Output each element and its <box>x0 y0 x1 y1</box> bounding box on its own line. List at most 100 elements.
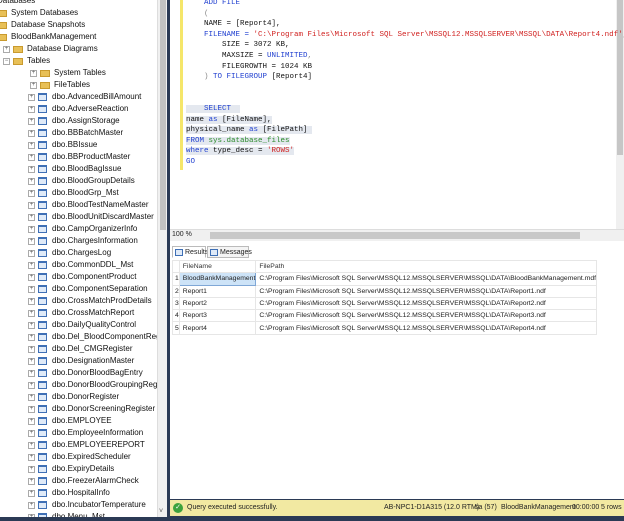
expand-icon[interactable]: + <box>28 477 35 485</box>
tree-item[interactable]: + dbo.DonorBloodGroupingRegister <box>28 379 157 391</box>
row-number[interactable]: 5 <box>172 321 180 335</box>
row-number[interactable]: 1 <box>172 272 180 286</box>
tree-item[interactable]: + dbo.BBBatchMaster <box>28 127 123 139</box>
expand-icon[interactable]: + <box>28 489 35 497</box>
row-number[interactable]: 4 <box>172 309 180 323</box>
cell-filename[interactable]: BloodBankManagement <box>178 272 257 286</box>
tree-item[interactable]: + System Tables <box>30 67 106 79</box>
scrollbar-thumb[interactable] <box>160 0 166 230</box>
cell-filename[interactable]: Report1 <box>178 284 257 298</box>
expand-icon[interactable]: + <box>28 165 35 173</box>
table-row[interactable]: 3 Report2 C:\Program Files\Microsoft SQL S… <box>172 296 598 311</box>
tree-item[interactable]: Database Snapshots <box>0 19 85 31</box>
row-number[interactable]: 2 <box>172 284 180 298</box>
expand-icon[interactable]: + <box>28 189 35 197</box>
expand-icon[interactable]: + <box>28 285 35 293</box>
tree-item[interactable]: + dbo.ComponentSeparation <box>28 283 148 295</box>
expand-icon[interactable]: + <box>28 261 35 269</box>
results-grid[interactable]: FileName FilePath 1 BloodBankManagement C:… <box>172 259 598 335</box>
table-row[interactable]: 2 Report1 C:\Program Files\Microsoft SQL S… <box>172 284 598 298</box>
expand-icon[interactable]: + <box>28 465 35 473</box>
tree-item[interactable]: + dbo.BloodGrp_Mst <box>28 187 119 199</box>
expand-icon[interactable]: + <box>30 69 37 77</box>
tree-item[interactable]: + dbo.BBIssue <box>28 139 97 151</box>
expand-icon[interactable]: + <box>28 429 35 437</box>
cell-filename[interactable]: Report4 <box>178 321 257 335</box>
tree-item[interactable]: + dbo.EMPLOYEE <box>28 415 112 427</box>
cell-filepath[interactable]: C:\Program Files\Microsoft SQL Server\MS… <box>255 284 598 298</box>
expand-icon[interactable]: + <box>28 117 35 125</box>
expand-icon[interactable]: + <box>28 225 35 233</box>
tree-item[interactable]: BloodBankManagement <box>0 31 96 43</box>
tree-item[interactable]: + dbo.DonorRegister <box>28 391 119 403</box>
tree-item[interactable]: + dbo.ExpiryDetails <box>28 463 114 475</box>
cell-filepath[interactable]: C:\Program Files\Microsoft SQL Server\MS… <box>255 309 598 323</box>
expand-icon[interactable]: + <box>28 321 35 329</box>
tab-messages[interactable]: Messages <box>207 246 252 258</box>
tree-item[interactable]: + dbo.BloodUnitDiscardMaster <box>28 211 154 223</box>
tab-results[interactable]: Results <box>172 246 208 258</box>
expand-icon[interactable]: + <box>28 513 35 517</box>
tree-item[interactable]: + dbo.DesignationMaster <box>28 355 134 367</box>
tree-item[interactable]: + dbo.HospitalInfo <box>28 487 110 499</box>
tree-item[interactable]: + dbo.Menu_Mst <box>28 511 105 517</box>
zoom-level-select[interactable]: 100 % <box>172 231 192 238</box>
tree-item[interactable]: + dbo.ExpiredScheduler <box>28 451 131 463</box>
table-row[interactable]: 1 BloodBankManagement C:\Program Files\Mic… <box>172 272 598 286</box>
tree-item[interactable]: + dbo.CrossMatchReport <box>28 307 134 319</box>
tree-item[interactable]: + dbo.CampOrganizerInfo <box>28 223 137 235</box>
column-header-filename[interactable]: FileName <box>178 259 257 274</box>
expand-icon[interactable]: + <box>28 357 35 365</box>
tree-item[interactable]: + dbo.FreezerAlarmCheck <box>28 475 139 487</box>
column-header-filepath[interactable]: FilePath <box>255 259 598 274</box>
tree-item[interactable]: + dbo.BloodBagIssue <box>28 163 121 175</box>
tree-item[interactable]: System Databases <box>0 7 78 19</box>
tree-item[interactable]: + dbo.AssignStorage <box>28 115 120 127</box>
tree-item[interactable]: + dbo.IncubatorTemperature <box>28 499 146 511</box>
expand-icon[interactable]: + <box>28 501 35 509</box>
tree-item[interactable]: + FileTables <box>30 79 90 91</box>
query-editor[interactable]: ADD FILE ( NAME = [Report4], FILENAME = … <box>170 0 624 229</box>
tree-item[interactable]: + dbo.Del_BloodComponentRegister <box>28 331 157 343</box>
tree-item[interactable]: + dbo.BloodTestNameMaster <box>28 199 149 211</box>
tree-scrollbar[interactable]: ˅ <box>157 0 167 517</box>
table-row[interactable]: 4 Report3 C:\Program Files\Microsoft SQL S… <box>172 309 598 323</box>
expand-icon[interactable]: + <box>28 213 35 221</box>
expand-icon[interactable]: + <box>28 129 35 137</box>
tree-item[interactable]: + Database Diagrams <box>3 43 98 55</box>
expand-icon[interactable]: + <box>28 249 35 257</box>
cell-filepath[interactable]: C:\Program Files\Microsoft SQL Server\MS… <box>255 272 598 286</box>
tree-item[interactable]: − Tables <box>3 55 50 67</box>
expand-icon[interactable]: + <box>28 393 35 401</box>
tree-item[interactable]: + dbo.CrossMatchProdDetails <box>28 295 152 307</box>
tree-item[interactable]: + dbo.EmployeeInformation <box>28 427 143 439</box>
expand-icon[interactable]: + <box>28 333 35 341</box>
expand-icon[interactable]: + <box>28 381 35 389</box>
expand-icon[interactable]: + <box>30 81 37 89</box>
expand-icon[interactable]: + <box>28 237 35 245</box>
tree-item[interactable]: + dbo.Del_CMGRegister <box>28 343 132 355</box>
expand-icon[interactable]: + <box>28 153 35 161</box>
expand-icon[interactable]: + <box>28 345 35 353</box>
expand-icon[interactable]: + <box>28 201 35 209</box>
expand-icon[interactable]: + <box>28 405 35 413</box>
expand-icon[interactable]: + <box>28 177 35 185</box>
tree-item[interactable]: + dbo.ChargesInformation <box>28 235 138 247</box>
tree-item[interactable]: + dbo.AdvancedBillAmount <box>28 91 141 103</box>
tree-item[interactable]: + dbo.DailyQualityControl <box>28 319 136 331</box>
tree-item[interactable]: + dbo.DonorBloodBagEntry <box>28 367 143 379</box>
expand-icon[interactable]: + <box>28 141 35 149</box>
tree-item[interactable]: + dbo.DonorScreeningRegister <box>28 403 155 415</box>
tree-item[interactable]: + dbo.EMPLOYEEREPORT <box>28 439 145 451</box>
expand-icon[interactable]: + <box>28 417 35 425</box>
scrollbar-thumb[interactable] <box>617 0 623 155</box>
tree-item[interactable]: Databases <box>0 0 35 7</box>
expand-icon[interactable]: + <box>28 369 35 377</box>
tree-item[interactable]: + dbo.BloodGroupDetails <box>28 175 135 187</box>
tree-item[interactable]: + dbo.CommonDDL_Mst <box>28 259 133 271</box>
expand-icon[interactable]: + <box>28 453 35 461</box>
expand-icon[interactable]: + <box>28 273 35 281</box>
expand-icon[interactable]: + <box>28 441 35 449</box>
row-number[interactable]: 3 <box>172 296 180 311</box>
collapse-icon[interactable]: − <box>3 57 10 65</box>
